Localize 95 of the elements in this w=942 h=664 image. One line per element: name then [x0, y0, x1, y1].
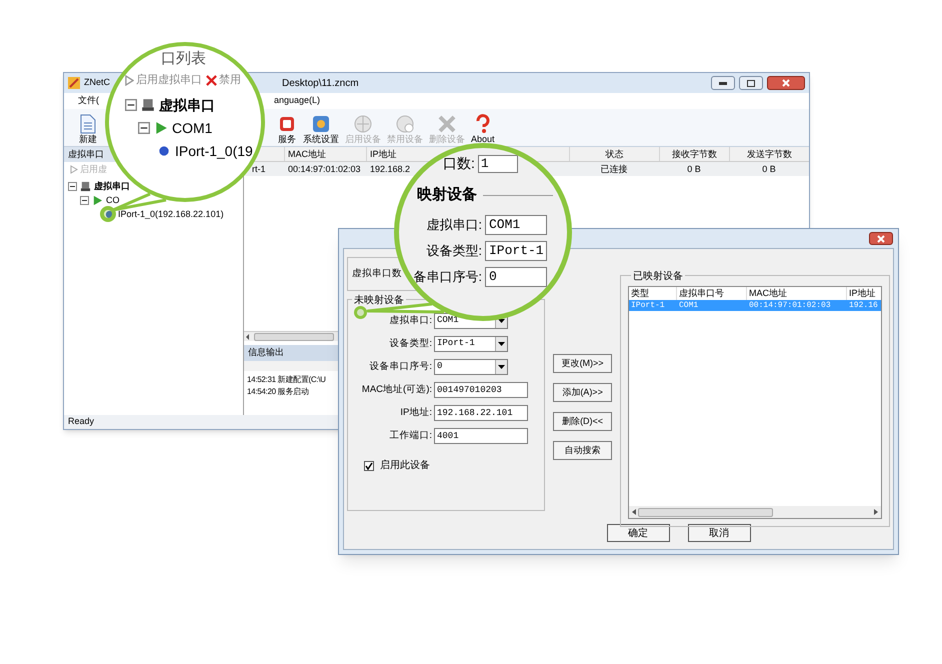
field-label: 设备串口序号: [369, 360, 432, 374]
dot-icon [104, 208, 115, 220]
table-cell-text: 192.168.2 [369, 163, 412, 176]
dialog-button[interactable]: 确定 [606, 524, 670, 542]
service-icon [277, 114, 297, 134]
table-cell-text: 0 B [761, 163, 777, 176]
field-label: 口数: [443, 154, 475, 173]
tree-node-label[interactable]: IPort-1_0(19 [175, 142, 253, 158]
field-label: 备串口序号: [413, 268, 482, 286]
collapse-icon[interactable] [68, 182, 77, 190]
maximize-icon [747, 80, 755, 86]
drive-icon [141, 98, 155, 112]
log-line: 14:52:31 新建配置(C:\U [247, 374, 326, 386]
toolbar-button[interactable]: 新建 [76, 114, 100, 145]
drive-icon [80, 180, 91, 192]
close-icon [437, 114, 457, 134]
toolbar-button[interactable]: 禁用 [206, 72, 241, 88]
text-field[interactable]: 192.168.22.101 [434, 405, 528, 421]
table-cell-text: 已连接 [600, 163, 628, 176]
status-text: Ready [68, 415, 94, 428]
group-title: 映射设备 [417, 185, 477, 205]
window-title: ZNetC [84, 76, 110, 90]
table-cell-text: rt-1 [251, 163, 266, 176]
scrollbar-thumb[interactable] [638, 508, 772, 516]
field-label: MAC地址(可选): [362, 382, 432, 397]
column-header[interactable]: 接收字节数 [659, 147, 729, 161]
text-field[interactable]: 0 [485, 266, 547, 286]
document-icon [79, 114, 97, 134]
dropdown-icon [498, 365, 505, 369]
panel-header: 信息输出 [248, 346, 284, 360]
text-field[interactable]: 4001 [434, 428, 528, 444]
dropdown-icon [498, 319, 505, 323]
tree-node-label[interactable]: IPort-1_0(192.168.22.101) [118, 208, 224, 220]
checkmark-icon [365, 462, 373, 470]
toolbar-button[interactable]: 启用虚拟串口 [125, 72, 202, 88]
play-icon [154, 120, 168, 134]
window-title: Desktop\11.zncm [282, 76, 359, 90]
table-cell-text: 00:14:97:01:02:03 [287, 163, 362, 176]
close-icon [206, 74, 217, 86]
toolbar-button[interactable]: 服务 [274, 114, 300, 145]
column-header[interactable]: 状态 [569, 147, 659, 161]
scroll-right-icon[interactable] [873, 508, 879, 516]
text-field[interactable]: IPort-1 [485, 240, 547, 260]
checkbox[interactable] [364, 460, 374, 470]
tree-node-label[interactable]: CO [106, 194, 120, 206]
play-icon [70, 165, 78, 174]
checkbox-label: 启用此设备 [380, 458, 430, 473]
field-label: IP地址: [400, 406, 432, 420]
log-line: 14:54:20 服务启动 [247, 386, 308, 398]
column-header[interactable]: MAC地址 [284, 147, 366, 161]
scroll-left-icon[interactable] [244, 332, 252, 340]
dot-icon [157, 144, 171, 158]
panel-header: 口列表 [161, 50, 206, 67]
action-button[interactable]: 删除(D)<< [553, 412, 612, 431]
action-button[interactable]: 自动搜索 [553, 441, 612, 460]
field-label: 设备类型: [389, 336, 432, 351]
panel-header: 虚拟串口 [68, 148, 104, 161]
field-label: 虚拟串口数 [352, 266, 402, 281]
tree-node-label[interactable]: COM1 [172, 120, 212, 136]
field-label: 虚拟串口: [389, 314, 432, 328]
combo-box[interactable]: 0 [434, 359, 508, 375]
field-label: 工作端口: [389, 428, 432, 443]
text-field[interactable]: 001497010203 [434, 382, 528, 398]
column-header[interactable]: 发送字节数 [729, 147, 809, 161]
dialog-button[interactable]: 取消 [688, 524, 750, 542]
play-icon [125, 74, 134, 86]
settings-icon [311, 114, 331, 134]
toolbar-button[interactable]: About [468, 114, 498, 145]
text-field[interactable]: 1 [478, 154, 518, 172]
table-cell-text: 0 B [686, 163, 702, 176]
toolbar-button[interactable]: 系统设置 [300, 114, 342, 145]
minimize-icon [719, 82, 727, 84]
scrollbar-thumb[interactable] [254, 332, 334, 340]
maximize-button[interactable] [739, 76, 763, 90]
close-button[interactable] [869, 232, 893, 245]
column-header[interactable]: IP地址 [366, 147, 416, 161]
tree-node-label[interactable]: 虚拟串口 [94, 180, 130, 192]
play-icon [92, 194, 103, 206]
minimize-button[interactable] [711, 76, 735, 90]
tree-node-label[interactable]: 虚拟串口 [159, 96, 215, 112]
close-icon [782, 79, 790, 87]
field-label: 设备类型: [426, 242, 482, 260]
collapse-icon[interactable] [125, 98, 137, 110]
text-field[interactable]: COM1 [485, 214, 547, 234]
action-button[interactable]: 更改(M)>> [553, 354, 612, 373]
combo-box[interactable]: IPort-1 [434, 336, 508, 352]
collapse-icon[interactable] [138, 122, 150, 134]
close-button[interactable] [767, 76, 805, 90]
action-button[interactable]: 添加(A)>> [553, 383, 612, 402]
menu-item[interactable]: 文件( [78, 94, 99, 108]
field-label: 虚拟串口: [426, 216, 482, 234]
close-icon [877, 234, 885, 242]
menu-item[interactable]: anguage(L) [274, 94, 320, 108]
app-logo-icon [68, 77, 80, 89]
collapse-icon[interactable] [80, 196, 89, 204]
